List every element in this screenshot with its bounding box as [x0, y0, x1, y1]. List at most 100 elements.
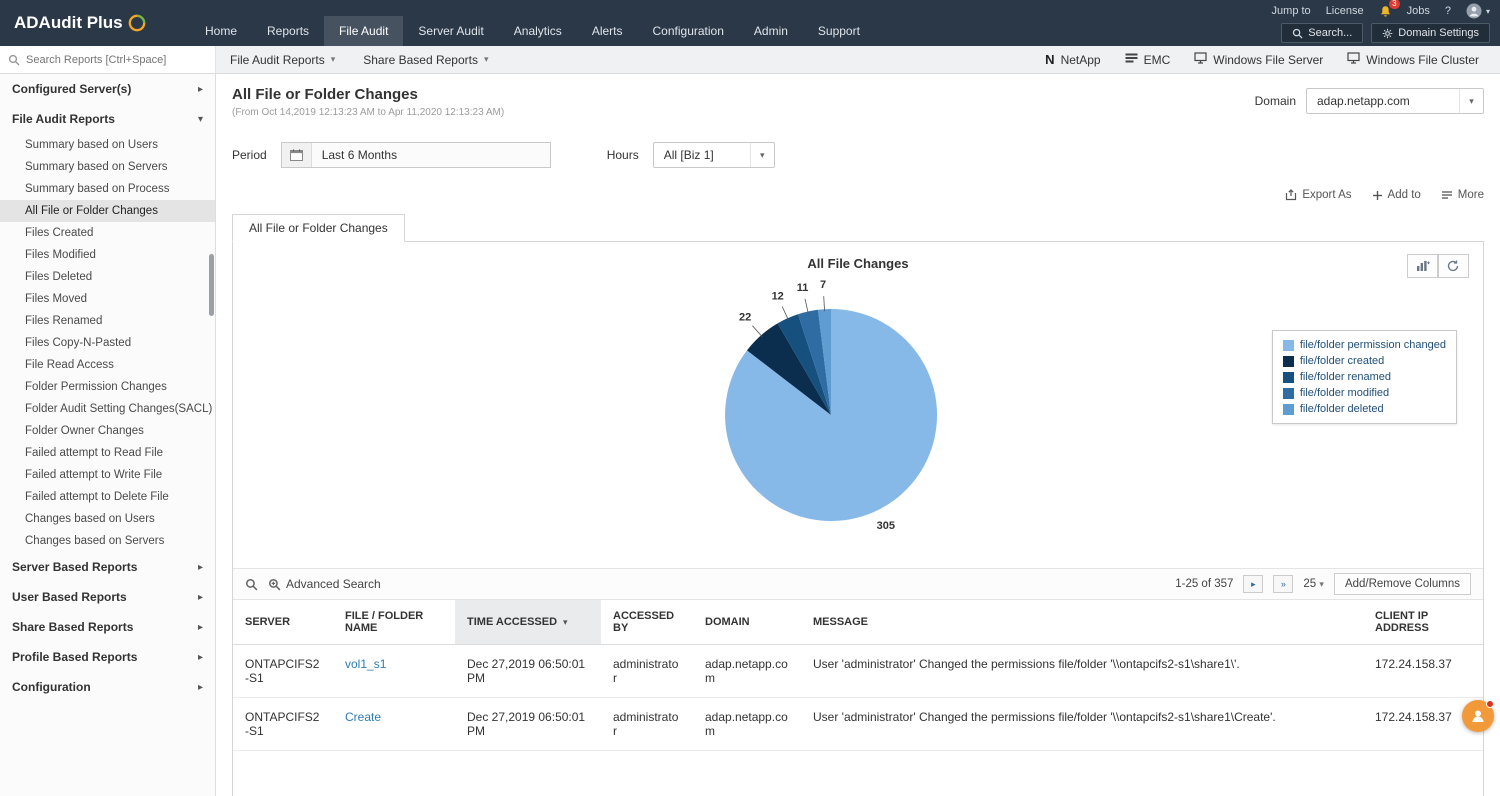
- app-logo[interactable]: ADAudit Plus: [14, 13, 146, 33]
- col-header-accessed-by[interactable]: ACCESSED BY: [601, 600, 693, 645]
- sidebar-item-summary-based-on-servers[interactable]: Summary based on Servers: [0, 156, 215, 178]
- table-row[interactable]: ONTAPCIFS2-S1CreateDec 27,2019 06:50:01 …: [233, 698, 1483, 751]
- file-link[interactable]: vol1_s1: [345, 657, 386, 671]
- sidebar-section-configuration[interactable]: Configuration▸: [0, 672, 215, 702]
- user-menu[interactable]: ▾: [1466, 3, 1490, 19]
- nav-item-reports[interactable]: Reports: [252, 16, 324, 46]
- platform-windows-file-server[interactable]: Windows File Server: [1183, 52, 1334, 67]
- sidebar-item-files-copy-n-pasted[interactable]: Files Copy-N-Pasted: [0, 332, 215, 354]
- cell-time-accessed: Dec 27,2019 06:50:01 PM: [455, 645, 601, 698]
- pie-chart[interactable]: 3052212117: [681, 263, 981, 563]
- header-buttons: Search... Domain Settings: [1281, 23, 1490, 43]
- support-chat-button[interactable]: [1462, 700, 1494, 732]
- bar-chart-icon: [1416, 260, 1430, 272]
- platform-netapp[interactable]: NNetApp: [1034, 52, 1111, 67]
- next-page-button[interactable]: ▸: [1243, 575, 1263, 593]
- table-row[interactable]: ONTAPCIFS2-S1vol1_s1Dec 27,2019 06:50:01…: [233, 645, 1483, 698]
- col-header-message[interactable]: MESSAGE: [801, 600, 1363, 645]
- report-panel: All File Changes 3052212117 file/folder …: [232, 241, 1484, 796]
- nav-item-analytics[interactable]: Analytics: [499, 16, 577, 46]
- gear-icon: [1382, 28, 1393, 39]
- add-to-button[interactable]: Add to: [1372, 189, 1421, 201]
- sidebar-item-files-deleted[interactable]: Files Deleted: [0, 266, 215, 288]
- sidebar-section-file-audit-reports[interactable]: File Audit Reports▾: [0, 104, 215, 134]
- sidebar-item-files-renamed[interactable]: Files Renamed: [0, 310, 215, 332]
- chevron-down-icon: ▾: [1319, 579, 1324, 589]
- sidebar-item-file-read-access[interactable]: File Read Access: [0, 354, 215, 376]
- domain-select[interactable]: adap.netapp.com ▾: [1306, 88, 1484, 114]
- chart-area: All File Changes 3052212117 file/folder …: [233, 242, 1483, 568]
- tab-all-file-or-folder-changes[interactable]: All File or Folder Changes: [232, 214, 405, 242]
- nav-item-alerts[interactable]: Alerts: [577, 16, 638, 46]
- nav-item-configuration[interactable]: Configuration: [638, 16, 739, 46]
- col-header-domain[interactable]: DOMAIN: [693, 600, 801, 645]
- sidebar-item-files-created[interactable]: Files Created: [0, 222, 215, 244]
- nav-item-server-audit[interactable]: Server Audit: [403, 16, 498, 46]
- help-button[interactable]: ?: [1445, 5, 1451, 17]
- more-button[interactable]: More: [1441, 189, 1484, 201]
- sidebar-section-configured-server-s[interactable]: Configured Server(s)▸: [0, 74, 215, 104]
- sidebar-item-folder-permission-changes[interactable]: Folder Permission Changes: [0, 376, 215, 398]
- legend-item-file-folder-created: file/folder created: [1283, 353, 1446, 369]
- sidebar-item-summary-based-on-users[interactable]: Summary based on Users: [0, 134, 215, 156]
- jobs-link[interactable]: Jobs: [1407, 5, 1430, 17]
- chevron-down-icon: ▾: [484, 54, 489, 65]
- sidebar-item-summary-based-on-process[interactable]: Summary based on Process: [0, 178, 215, 200]
- search-button[interactable]: Search...: [1281, 23, 1363, 43]
- nav-item-home[interactable]: Home: [190, 16, 252, 46]
- period-input[interactable]: Last 6 Months: [281, 142, 551, 168]
- col-header-client-ip-address[interactable]: CLIENT IP ADDRESS: [1363, 600, 1483, 645]
- sidebar-section-share-based-reports[interactable]: Share Based Reports▸: [0, 612, 215, 642]
- sidebar-item-all-file-or-folder-changes[interactable]: All File or Folder Changes: [0, 200, 215, 222]
- chart-type-button[interactable]: [1407, 254, 1438, 278]
- report-search-input[interactable]: [26, 54, 207, 66]
- sidebar-item-folder-audit-setting-changes-sacl[interactable]: Folder Audit Setting Changes(SACL): [0, 398, 215, 420]
- sidebar-scrollbar[interactable]: [209, 254, 214, 316]
- hours-select[interactable]: All [Biz 1] ▾: [653, 142, 775, 168]
- last-page-button[interactable]: »: [1273, 575, 1293, 593]
- sidebar-item-changes-based-on-users[interactable]: Changes based on Users: [0, 508, 215, 530]
- add-remove-columns-button[interactable]: Add/Remove Columns: [1334, 573, 1471, 595]
- license-link[interactable]: License: [1326, 5, 1364, 17]
- sort-desc-icon: ▾: [563, 617, 568, 627]
- legend-item-file-folder-permission-changed: file/folder permission changed: [1283, 337, 1446, 353]
- sidebar-section-user-based-reports[interactable]: User Based Reports▸: [0, 582, 215, 612]
- col-header-server[interactable]: SERVER: [233, 600, 333, 645]
- page-size-select[interactable]: 25 ▾: [1303, 578, 1324, 590]
- col-header-time-accessed[interactable]: TIME ACCESSED▾: [455, 600, 601, 645]
- nav-item-admin[interactable]: Admin: [739, 16, 803, 46]
- nav-item-support[interactable]: Support: [803, 16, 875, 46]
- sidebar-item-failed-attempt-to-delete-file[interactable]: Failed attempt to Delete File: [0, 486, 215, 508]
- sidebar-item-folder-owner-changes[interactable]: Folder Owner Changes: [0, 420, 215, 442]
- nav-item-file-audit[interactable]: File Audit: [324, 16, 403, 46]
- export-as-button[interactable]: Export As: [1285, 189, 1351, 201]
- pie-value-label: 11: [797, 282, 809, 294]
- sidebar-section-profile-based-reports[interactable]: Profile Based Reports▸: [0, 642, 215, 672]
- sidebar-item-failed-attempt-to-read-file[interactable]: Failed attempt to Read File: [0, 442, 215, 464]
- platform-emc[interactable]: EMC: [1114, 53, 1182, 67]
- sidebar-item-failed-attempt-to-write-file[interactable]: Failed attempt to Write File: [0, 464, 215, 486]
- table-toolbar: Advanced Search 1-25 of 357 ▸ » 25 ▾ Add…: [233, 568, 1483, 600]
- sidebar-item-files-modified[interactable]: Files Modified: [0, 244, 215, 266]
- domain-settings-button[interactable]: Domain Settings: [1371, 23, 1490, 43]
- notifications-bell[interactable]: 3: [1379, 5, 1392, 18]
- chart-refresh-button[interactable]: [1438, 254, 1469, 278]
- col-header-file-folder-name[interactable]: FILE / FOLDER NAME: [333, 600, 455, 645]
- header-right: Jump to License 3 Jobs ? ▾ Search... Dom…: [1272, 3, 1490, 43]
- share-based-reports-menu[interactable]: Share Based Reports▾: [349, 46, 502, 73]
- sidebar-item-changes-based-on-servers[interactable]: Changes based on Servers: [0, 530, 215, 552]
- notification-dot: [1486, 700, 1494, 708]
- file-audit-reports-menu[interactable]: File Audit Reports▾: [216, 46, 349, 73]
- app-logo-text: ADAudit Plus: [14, 13, 123, 33]
- pie-label-line: [752, 326, 762, 337]
- sidebar-section-server-based-reports[interactable]: Server Based Reports▸: [0, 552, 215, 582]
- file-link[interactable]: Create: [345, 710, 381, 724]
- plus-icon: [1372, 190, 1383, 201]
- sidebar-item-files-moved[interactable]: Files Moved: [0, 288, 215, 310]
- advanced-search-button[interactable]: Advanced Search: [268, 577, 381, 591]
- pagination-info: 1-25 of 357: [1175, 578, 1233, 590]
- search-icon[interactable]: [245, 578, 258, 591]
- jump-to-link[interactable]: Jump to: [1272, 5, 1311, 17]
- platform-windows-file-cluster[interactable]: Windows File Cluster: [1336, 52, 1490, 67]
- report-search[interactable]: [0, 46, 216, 73]
